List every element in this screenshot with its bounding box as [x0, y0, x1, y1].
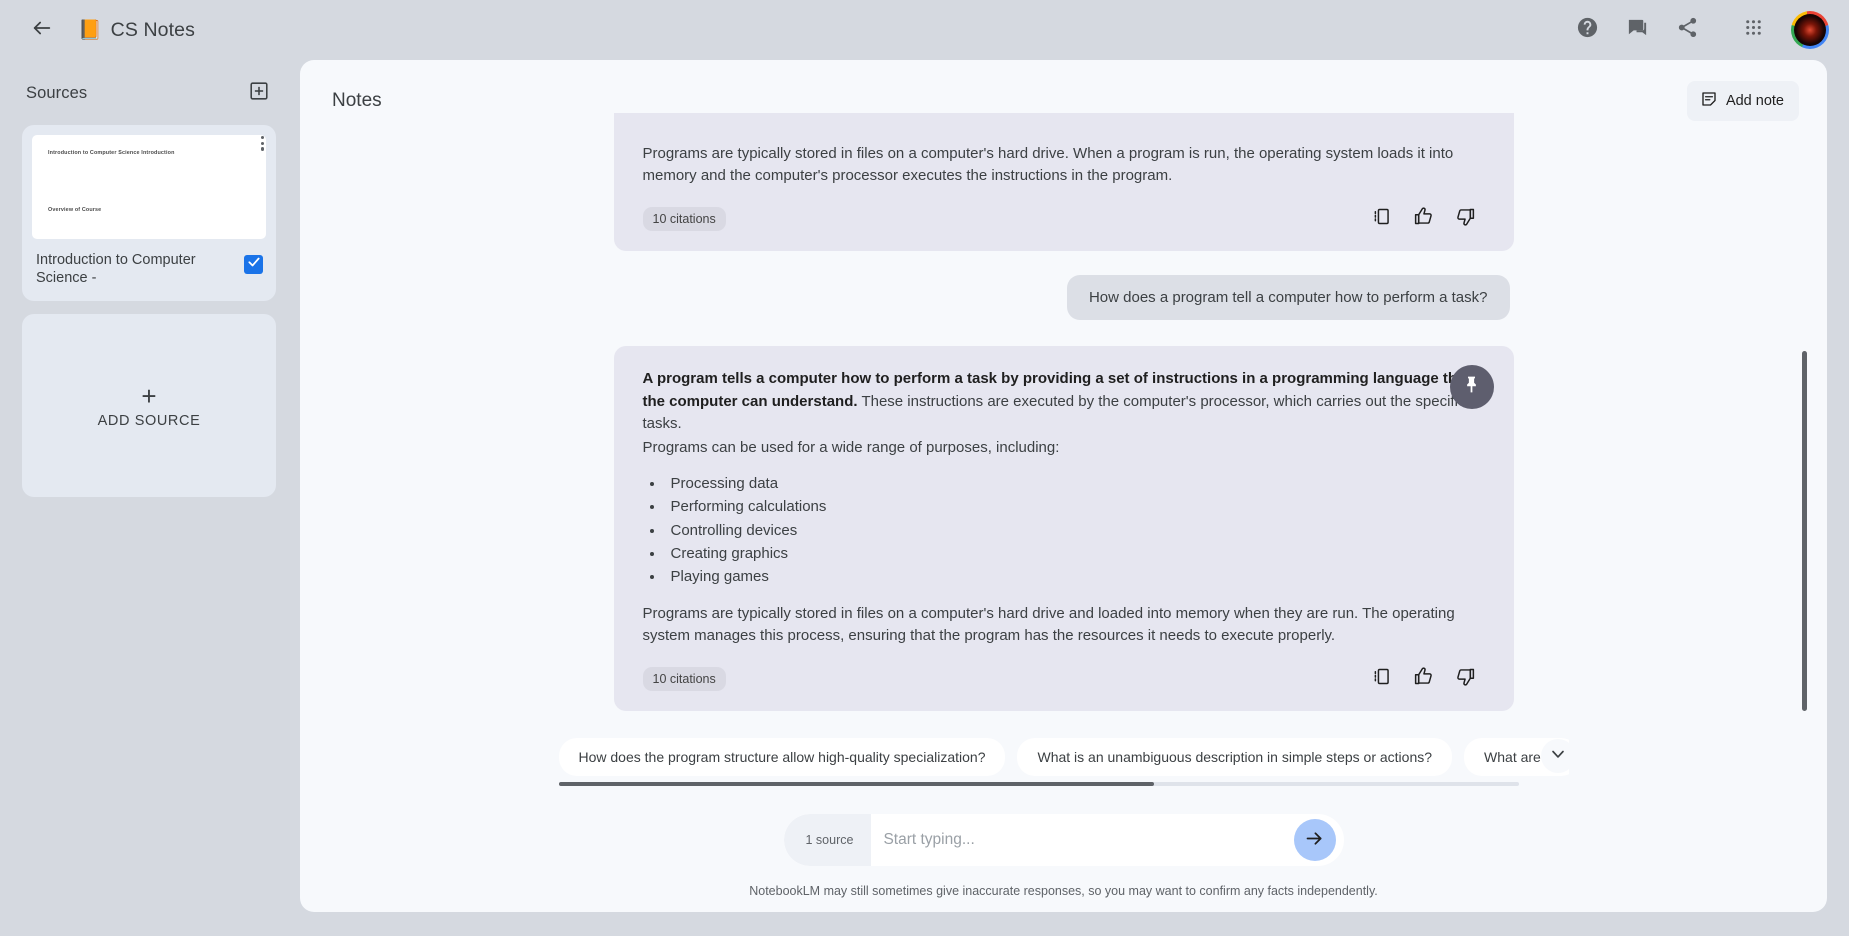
thumb-down-icon: [1455, 666, 1476, 692]
suggestion-chip[interactable]: How does the program structure allow hig…: [558, 738, 1006, 776]
model-answer-intro: Programs can be used for a wide range of…: [642, 438, 1060, 456]
list-item: Performing calculations: [665, 498, 1488, 516]
google-apps-button[interactable]: [1731, 8, 1775, 52]
suggestions-zone: How does the program structure allow hig…: [300, 732, 1827, 786]
message-footer: 10 citations: [642, 203, 1488, 235]
feedback-chat-icon: [1626, 16, 1649, 44]
suggestions-inner: How does the program structure allow hig…: [558, 732, 1569, 786]
pin-message-button[interactable]: [1449, 365, 1494, 410]
user-message-row: How does a program tell a computer how t…: [614, 275, 1514, 321]
list-item: Controlling devices: [665, 522, 1488, 540]
share-icon: [1676, 16, 1699, 44]
citations-badge[interactable]: 10 citations: [642, 666, 726, 691]
save-to-note-icon: [1371, 206, 1392, 232]
source-count-badge[interactable]: 1 source: [783, 814, 872, 866]
model-message-card: A program tells a computer how to perfor…: [613, 346, 1514, 711]
add-source-label: ADD SOURCE: [97, 412, 201, 429]
notes-panel: Notes Add note Programs are typically st…: [300, 60, 1827, 912]
thumb-down-button[interactable]: [1450, 663, 1482, 695]
source-meta: Introduction to Computer Science -: [32, 252, 266, 287]
chat-messages: Programs are typically stored in files o…: [613, 111, 1514, 711]
arrow-left-icon: [31, 17, 53, 44]
message-footer: 10 citations: [642, 663, 1488, 695]
top-bar-actions: [1565, 8, 1829, 52]
thumb-up-button[interactable]: [1408, 663, 1440, 695]
save-to-note-button[interactable]: [1366, 663, 1398, 695]
message-actions: [1366, 663, 1488, 695]
feedback-button[interactable]: [1615, 8, 1659, 52]
arrow-right-icon: [1304, 828, 1325, 852]
model-message-card: Programs are typically stored in files o…: [613, 113, 1514, 252]
chat-scrollbar-thumb[interactable]: [1802, 351, 1807, 711]
model-answer-closing: Programs are typically stored in files o…: [642, 604, 1455, 644]
top-bar: 📙 CS Notes: [0, 0, 1849, 60]
model-answer-bullets: Processing data Performing calculations …: [665, 475, 1488, 586]
suggestions-scrollbar-thumb[interactable]: [558, 782, 1154, 786]
add-source-icon-button[interactable]: [244, 78, 274, 108]
expand-suggestions-button[interactable]: [1540, 739, 1569, 773]
send-button[interactable]: [1293, 819, 1336, 861]
main-area: Notes Add note Programs are typically st…: [300, 60, 1849, 936]
source-title: Introduction to Computer Science -: [36, 252, 196, 286]
notebook-book-icon: 📙: [78, 19, 102, 41]
thumb-down-icon: [1455, 206, 1476, 232]
suggestion-chips-row[interactable]: How does the program structure allow hig…: [558, 732, 1569, 780]
list-item: Processing data: [665, 475, 1488, 493]
add-note-button[interactable]: Add note: [1686, 81, 1799, 121]
apps-grid-icon: [1742, 16, 1765, 44]
composer-zone: 1 source: [300, 786, 1827, 884]
citations-badge[interactable]: 10 citations: [642, 207, 726, 232]
save-to-note-icon: [1371, 666, 1392, 692]
model-answer-lead: A program tells a computer how to perfor…: [643, 368, 1488, 435]
plus-icon: +: [141, 380, 157, 411]
thumb-up-button[interactable]: [1408, 203, 1440, 235]
panel-header: Notes Add note: [300, 60, 1827, 121]
app-title: CS Notes: [110, 18, 195, 41]
page-layout: Sources Introduction to Computer Science…: [0, 60, 1849, 936]
suggestion-chip[interactable]: What is an unambiguous description in si…: [1017, 738, 1453, 776]
sources-header: Sources: [22, 78, 276, 108]
sources-sidebar: Sources Introduction to Computer Science…: [0, 60, 300, 936]
message-actions: [1366, 203, 1488, 235]
help-button[interactable]: [1565, 8, 1609, 52]
source-thumbnail: Introduction to Computer Science Introdu…: [32, 135, 266, 239]
thumb-up-icon: [1413, 206, 1434, 232]
suggestions-scrollbar[interactable]: [558, 782, 1519, 786]
model-message-paragraph: Programs are typically stored in files o…: [642, 145, 1454, 185]
list-item: Playing games: [665, 568, 1488, 586]
note-add-icon: [1700, 90, 1718, 112]
source-select-checkbox[interactable]: [244, 255, 263, 274]
add-box-icon: [248, 80, 270, 107]
thumbnail-heading: Introduction to Computer Science Introdu…: [48, 150, 175, 156]
chevron-down-icon: [1548, 744, 1568, 769]
check-icon: [247, 255, 261, 274]
source-card[interactable]: Introduction to Computer Science Introdu…: [22, 125, 276, 302]
source-more-options-button[interactable]: [260, 136, 264, 151]
more-vert-icon: [260, 136, 264, 140]
sources-title: Sources: [26, 83, 88, 102]
add-note-label: Add note: [1725, 93, 1784, 109]
save-to-note-button[interactable]: [1366, 203, 1398, 235]
page-title: Notes: [332, 90, 382, 111]
user-message: How does a program tell a computer how t…: [1066, 275, 1510, 321]
chat-input[interactable]: [871, 814, 1294, 866]
thumb-up-icon: [1413, 666, 1434, 692]
app-title-group: 📙 CS Notes: [78, 19, 195, 42]
help-circle-icon: [1576, 16, 1599, 44]
back-button[interactable]: [22, 10, 62, 50]
share-button[interactable]: [1665, 8, 1709, 52]
chat-scroll-area[interactable]: Programs are typically stored in files o…: [300, 111, 1827, 732]
add-source-card[interactable]: + ADD SOURCE: [22, 314, 276, 498]
pin-icon: [1461, 374, 1482, 400]
thumbnail-subheading: Overview of Course: [48, 207, 102, 213]
avatar[interactable]: [1791, 11, 1829, 49]
list-item: Creating graphics: [665, 545, 1488, 563]
thumb-down-button[interactable]: [1450, 203, 1482, 235]
composer: 1 source: [783, 814, 1344, 866]
disclaimer-text: NotebookLM may still sometimes give inac…: [749, 884, 1378, 898]
